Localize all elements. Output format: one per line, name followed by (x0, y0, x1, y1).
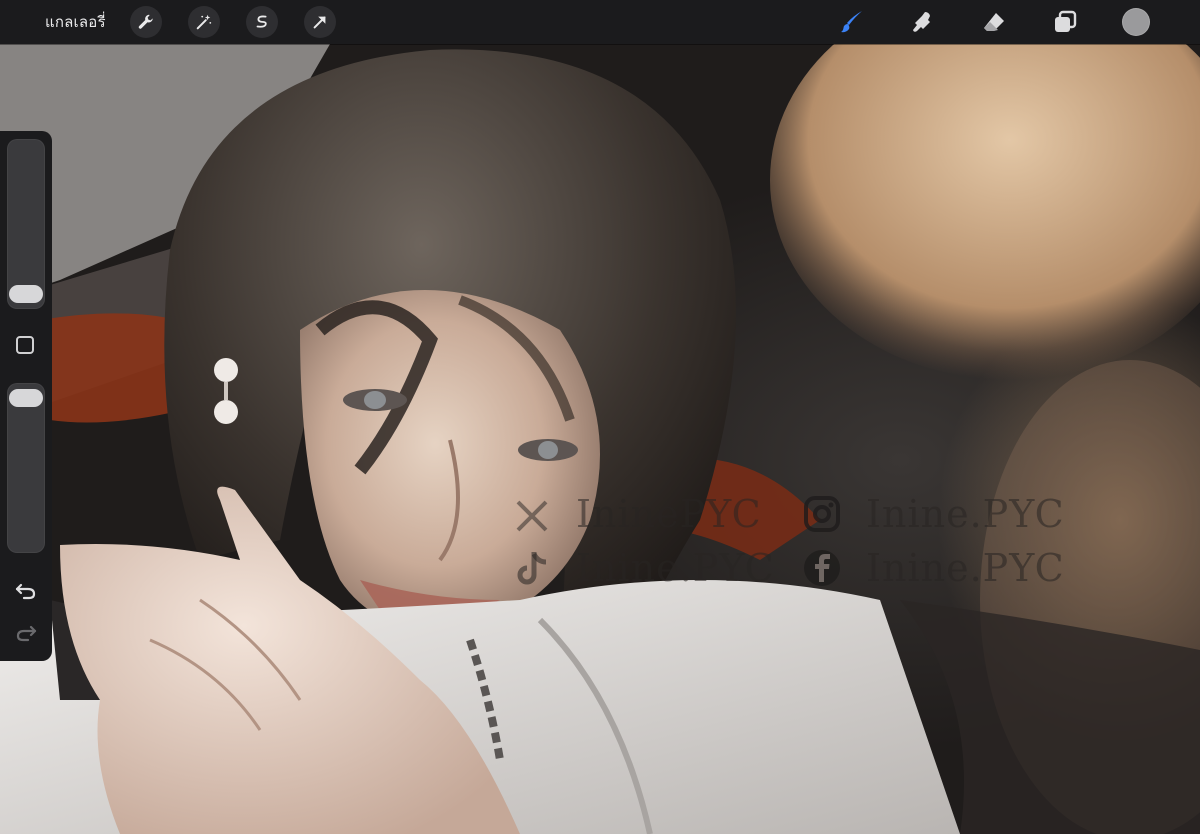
selection-button[interactable] (245, 6, 278, 38)
wrench-icon (138, 14, 153, 29)
redo-icon[interactable] (13, 619, 39, 645)
side-toolbar (0, 131, 52, 661)
opacity-slider[interactable] (7, 383, 45, 553)
brush-icon (841, 11, 862, 33)
watermark-x-handle: IninePYC (576, 492, 762, 536)
undo-icon[interactable] (13, 577, 39, 603)
smudge-button[interactable] (906, 6, 938, 38)
drawing-canvas[interactable]: IninePYC Inine.PYC Inine.PYC Inine.PYC (0, 0, 1200, 834)
instagram-icon (804, 496, 840, 532)
modify-button[interactable] (16, 336, 34, 354)
transform-arrow-icon (313, 16, 326, 29)
x-logo-icon (516, 500, 548, 532)
magic-wand-icon (196, 14, 211, 30)
brush-size-slider[interactable] (7, 139, 45, 309)
transform-button[interactable] (303, 6, 336, 38)
eraser-icon (984, 13, 1004, 31)
artwork-painting (0, 0, 1200, 834)
watermark-tiktok-handle: Inine.PYC (576, 546, 775, 590)
adjustments-button[interactable] (187, 6, 220, 38)
watermark-facebook-handle: Inine.PYC (866, 546, 1065, 590)
actions-button[interactable] (129, 6, 162, 38)
gallery-button[interactable]: แกลเลอรี่ (45, 10, 106, 34)
brush-button[interactable] (836, 6, 868, 38)
color-swatch[interactable] (1122, 8, 1150, 36)
facebook-icon (804, 550, 840, 586)
eraser-button[interactable] (978, 6, 1010, 38)
tiktok-icon (517, 552, 547, 585)
selection-icon (256, 15, 267, 28)
layers-icon (1055, 10, 1077, 32)
top-toolbar: แกลเลอรี่ (0, 0, 1200, 44)
smudge-icon (913, 12, 930, 32)
opacity-handle[interactable] (9, 389, 43, 407)
brush-size-handle[interactable] (9, 285, 43, 303)
watermark-instagram-handle: Inine.PYC (866, 492, 1065, 536)
layers-button[interactable] (1049, 6, 1081, 38)
